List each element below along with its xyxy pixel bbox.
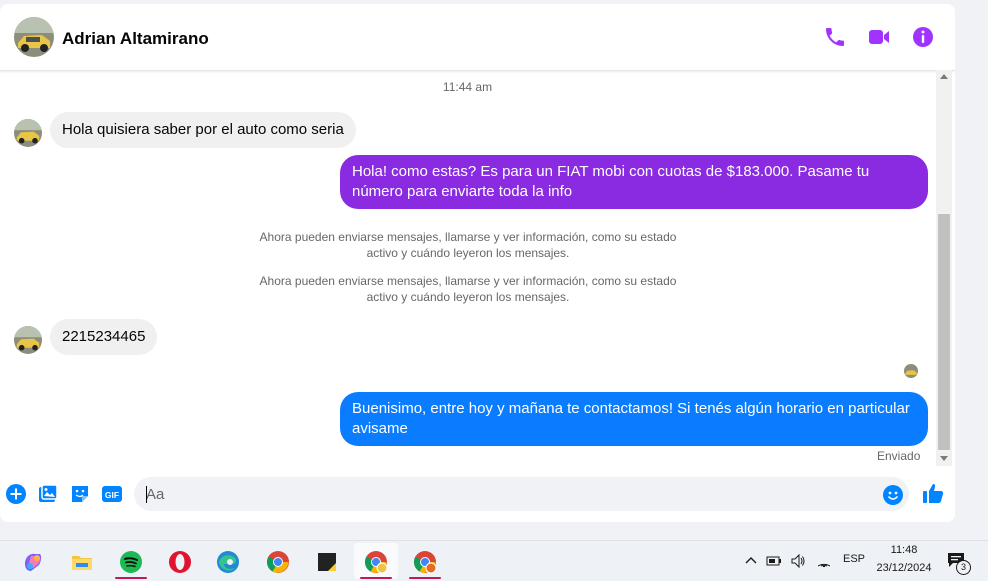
sent-status: Enviado <box>877 449 921 463</box>
incoming-message[interactable]: 2215234465 <box>50 319 158 355</box>
add-icon[interactable] <box>5 483 27 505</box>
notification-count-badge: 3 <box>956 560 971 575</box>
contact-name[interactable]: Adrian Altamirano <box>62 29 209 49</box>
video-camera-icon[interactable] <box>867 25 891 49</box>
chrome-profile-icon[interactable] <box>354 543 398 579</box>
taskbar <box>0 540 988 581</box>
input-language[interactable]: ESP <box>843 553 865 565</box>
running-indicator <box>115 577 147 579</box>
contact-avatar[interactable] <box>14 17 54 57</box>
opera-icon[interactable] <box>158 543 202 579</box>
wifi-icon[interactable] <box>816 553 832 569</box>
volume-icon[interactable] <box>790 553 806 569</box>
message-input[interactable] <box>134 477 909 511</box>
sticker-icon[interactable] <box>69 483 91 505</box>
running-indicator <box>360 577 392 579</box>
chat-header: Adrian Altamirano <box>0 4 955 71</box>
system-message: Ahora pueden enviarse mensajes, llamarse… <box>259 230 677 260</box>
messages-scrollbar[interactable] <box>936 70 952 466</box>
gif-icon[interactable]: GIF <box>101 483 123 505</box>
contact-avatar-small <box>14 326 42 354</box>
edge-icon[interactable] <box>206 543 250 579</box>
running-indicator <box>409 577 441 579</box>
message-timestamp: 11:44 am <box>442 80 493 94</box>
text-caret <box>146 486 147 503</box>
incoming-message[interactable]: Hola quisiera saber por el auto como ser… <box>50 112 356 148</box>
phone-icon[interactable] <box>823 25 847 49</box>
read-receipt-avatar <box>904 364 918 378</box>
system-message: Ahora pueden enviarse mensajes, llamarse… <box>259 274 677 304</box>
clock-time[interactable]: 11:48 <box>874 544 934 556</box>
chevron-up-icon[interactable] <box>743 553 759 569</box>
scroll-up-arrow[interactable] <box>940 74 948 79</box>
battery-icon[interactable] <box>766 553 782 569</box>
scroll-thumb[interactable] <box>938 214 950 450</box>
chat-window: Adrian Altamirano 11:44 am Hola quisiera… <box>0 4 955 522</box>
background-strip <box>955 0 988 540</box>
file-explorer-icon[interactable] <box>60 543 104 579</box>
gif-label: GIF <box>105 490 119 500</box>
sticky-notes-icon[interactable] <box>305 543 349 579</box>
scroll-down-arrow[interactable] <box>940 456 948 461</box>
spotify-icon[interactable] <box>109 543 153 579</box>
clock-date[interactable]: 23/12/2024 <box>870 562 938 574</box>
contact-avatar-small <box>14 119 42 147</box>
copilot-app-icon[interactable] <box>11 543 55 579</box>
outgoing-message[interactable]: Hola! como estas? Es para un FIAT mobi c… <box>340 155 928 209</box>
outgoing-message[interactable]: Buenisimo, entre hoy y mañana te contact… <box>340 392 928 446</box>
chrome-icon[interactable] <box>256 543 300 579</box>
chrome-profile-icon[interactable] <box>403 543 447 579</box>
thumbs-up-icon[interactable] <box>921 481 945 505</box>
image-icon[interactable] <box>37 483 59 505</box>
info-icon[interactable] <box>911 25 935 49</box>
emoji-icon[interactable] <box>882 484 904 506</box>
